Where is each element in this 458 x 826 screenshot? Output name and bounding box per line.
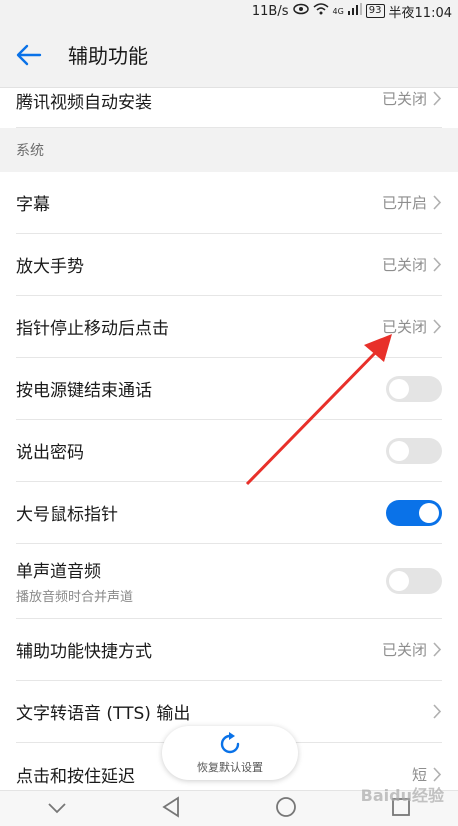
page-title: 辅助功能	[68, 44, 148, 68]
chevron-right-icon	[433, 195, 442, 210]
chevron-right-icon	[433, 257, 442, 272]
chevron-right-icon	[433, 91, 442, 106]
chevron-right-icon	[433, 704, 442, 719]
setting-label: 辅助功能快捷方式	[16, 642, 152, 662]
toggle-switch-off[interactable]	[386, 375, 442, 402]
setting-label: 大号鼠标指针	[16, 505, 118, 525]
chevron-right-icon	[433, 319, 442, 334]
back-arrow-icon	[16, 44, 42, 65]
setting-value: 已关闭	[381, 90, 427, 108]
setting-label: 指针停止移动后点击	[16, 319, 169, 339]
setting-label: 说出密码	[16, 443, 84, 463]
setting-label: 腾讯视频自动安装	[16, 93, 152, 113]
collapse-button[interactable]	[47, 799, 67, 818]
toggle-switch-off[interactable]	[386, 568, 442, 594]
signal-icon	[347, 3, 362, 19]
setting-label: 放大手势	[16, 257, 84, 277]
setting-row-accessibility-shortcut[interactable]: 辅助功能快捷方式 已关闭	[16, 619, 442, 681]
battery-indicator: 93	[365, 4, 385, 18]
setting-row-tencent-video-autoinstall[interactable]: 腾讯视频自动安装 已关闭	[16, 88, 442, 128]
setting-row-click-after-pointer-stops[interactable]: 指针停止移动后点击 已关闭	[16, 296, 442, 358]
setting-value: 已关闭	[381, 318, 427, 336]
wifi-icon	[313, 3, 329, 19]
circle-home-icon	[276, 796, 296, 817]
refresh-icon	[220, 732, 240, 754]
restore-defaults-label: 恢复默认设置	[197, 761, 263, 774]
network-speed: 11B/s	[251, 3, 289, 19]
restore-defaults-button[interactable]: 恢复默认设置	[162, 726, 298, 780]
watermark: Baidu经验	[360, 786, 444, 805]
toggle-switch-on[interactable]	[386, 499, 442, 526]
setting-row-power-button-ends-call: 按电源键结束通话	[16, 358, 442, 420]
setting-row-magnification-gestures[interactable]: 放大手势 已关闭	[16, 234, 442, 296]
setting-label: 文字转语音 (TTS) 输出	[16, 704, 191, 724]
setting-value: 已关闭	[381, 641, 427, 659]
setting-row-captions[interactable]: 字幕 已开启	[16, 172, 442, 234]
setting-value: 已开启	[381, 194, 427, 212]
setting-label: 点击和按住延迟	[16, 766, 135, 787]
triangle-back-icon	[162, 795, 179, 818]
chevron-down-icon	[48, 803, 66, 814]
setting-label: 按电源键结束通话	[16, 381, 152, 401]
settings-list: 腾讯视频自动安装 已关闭 系统 字幕 已开启 放大手势 已关闭 指针停止移动后点…	[0, 88, 458, 790]
chevron-right-icon	[433, 642, 442, 657]
nav-back-button[interactable]	[161, 795, 181, 822]
back-button[interactable]	[0, 22, 58, 88]
setting-sublabel: 播放音频时合并声道	[16, 590, 134, 605]
app-header: 辅助功能	[0, 22, 458, 88]
toggle-switch-off[interactable]	[386, 437, 442, 464]
setting-value: 已关闭	[381, 256, 427, 274]
clock: 半夜11:04	[388, 5, 452, 21]
setting-row-mono-audio: 单声道音频 播放音频时合并声道	[16, 544, 442, 619]
setting-row-large-mouse-pointer: 大号鼠标指针	[16, 482, 442, 544]
nav-home-button[interactable]	[275, 796, 297, 822]
status-bar: 11B/s 4G 93 半夜11:04	[0, 0, 458, 22]
setting-label: 单声道音频	[16, 562, 101, 582]
section-header-system: 系统	[0, 128, 458, 172]
network-type: 4G	[332, 6, 344, 16]
chevron-right-icon	[433, 766, 442, 782]
setting-label: 字幕	[16, 195, 50, 215]
setting-row-speak-passwords: 说出密码	[16, 420, 442, 482]
eye-icon	[292, 3, 309, 19]
